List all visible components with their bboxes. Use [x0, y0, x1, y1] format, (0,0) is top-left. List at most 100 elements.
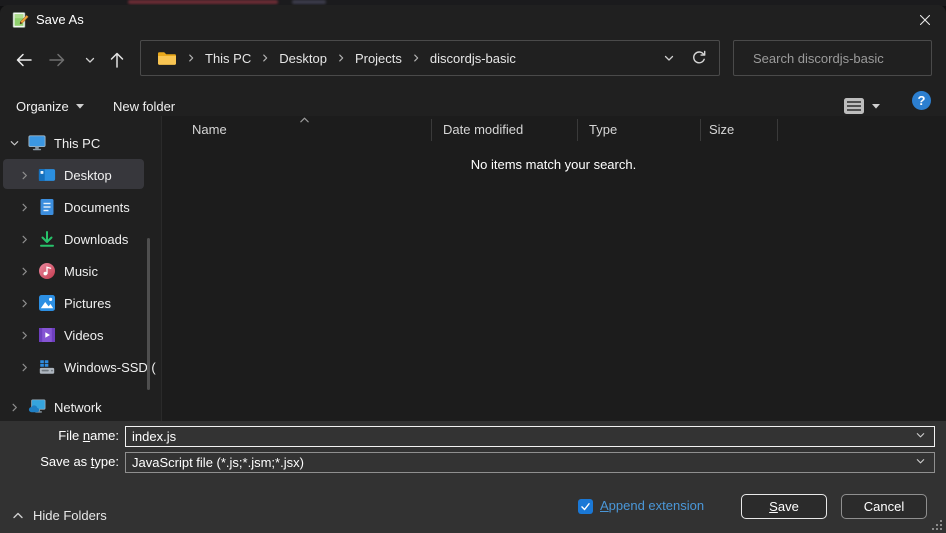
window-title: Save As	[36, 12, 84, 27]
file-name-label: File name:	[58, 428, 119, 443]
breadcrumb-item-discordjs-basic[interactable]: discordjs-basic	[430, 51, 516, 66]
refresh-icon[interactable]	[691, 50, 707, 66]
close-icon	[919, 14, 931, 26]
sidebar-item-label: Pictures	[64, 295, 111, 311]
chevron-right-icon[interactable]	[8, 401, 20, 413]
column-divider[interactable]	[777, 119, 778, 141]
append-extension-label[interactable]: Append extension	[600, 498, 704, 513]
breadcrumb-item-desktop[interactable]: Desktop	[279, 51, 327, 66]
save-as-type-select[interactable]: JavaScript file (*.js;*.jsm;*.jsx)	[125, 452, 935, 473]
background-artifact	[128, 0, 278, 4]
sidebar-item-desktop[interactable]: Desktop	[0, 159, 160, 191]
back-button[interactable]	[12, 48, 36, 72]
sidebar-item-label: Music	[64, 263, 98, 279]
arrow-right-icon	[49, 53, 65, 67]
sidebar-item-label: Desktop	[64, 167, 112, 183]
breadcrumb-chevron-icon[interactable]	[411, 53, 421, 63]
search-input[interactable]	[753, 50, 929, 66]
arrow-left-icon	[16, 53, 32, 67]
sidebar-item-this-pc[interactable]: This PC	[0, 127, 160, 159]
column-header-size[interactable]: Size	[709, 118, 734, 142]
breadcrumb-item-projects[interactable]: Projects	[355, 51, 402, 66]
sidebar-item-label: Documents	[64, 199, 130, 215]
chevron-right-icon[interactable]	[18, 233, 30, 245]
sidebar-item-music[interactable]: Music	[0, 255, 160, 287]
file-name-combobox[interactable]	[125, 426, 935, 447]
file-name-input[interactable]	[132, 429, 915, 444]
sidebar-item-label: Windows-SSD (	[64, 359, 156, 375]
append-extension-checkbox[interactable]	[578, 499, 593, 514]
caret-down-icon	[872, 103, 880, 109]
sidebar-item-downloads[interactable]: Downloads	[0, 223, 160, 255]
sort-ascending-icon	[299, 111, 310, 129]
chevron-right-icon[interactable]	[18, 361, 30, 373]
address-bar[interactable]: This PC Desktop Projects discordjs-basic	[140, 40, 720, 76]
save-as-type-label: Save as type:	[40, 454, 119, 469]
network-icon	[28, 398, 46, 416]
documents-icon	[38, 198, 56, 216]
pictures-icon	[38, 294, 56, 312]
up-button[interactable]	[105, 48, 129, 72]
windows-ssd-drive-icon	[38, 358, 56, 376]
chevron-down-icon[interactable]	[915, 454, 926, 472]
chevron-down-icon	[85, 57, 95, 63]
breadcrumb: This PC Desktop Projects discordjs-basic	[149, 50, 663, 66]
breadcrumb-item-this-pc[interactable]: This PC	[205, 51, 251, 66]
screen: Save As This PC Desktop Projects discord…	[0, 0, 946, 533]
hide-folders-label: Hide Folders	[33, 507, 107, 523]
organize-label: Organize	[16, 98, 69, 114]
titlebar: Save As	[0, 5, 946, 35]
hide-folders-button[interactable]: Hide Folders	[12, 505, 107, 525]
breadcrumb-chevron-icon[interactable]	[336, 53, 346, 63]
column-header-date-modified[interactable]: Date modified	[443, 118, 523, 142]
breadcrumb-chevron-icon[interactable]	[186, 53, 196, 63]
chevron-right-icon[interactable]	[18, 169, 30, 181]
videos-icon	[38, 326, 56, 344]
desktop-icon	[38, 166, 56, 184]
sidebar-item-documents[interactable]: Documents	[0, 191, 160, 223]
save-button[interactable]: Save	[741, 494, 827, 519]
music-icon	[38, 262, 56, 280]
forward-button[interactable]	[45, 48, 69, 72]
save-as-dialog: Save As This PC Desktop Projects discord…	[0, 5, 946, 533]
column-divider[interactable]	[577, 119, 578, 141]
new-folder-label: New folder	[113, 98, 176, 114]
close-button[interactable]	[904, 5, 946, 35]
caret-down-icon	[75, 103, 84, 109]
bottom-panel: File name: Save as type: JavaScript file…	[0, 421, 946, 533]
this-pc-icon	[28, 134, 46, 152]
help-button[interactable]: ?	[912, 91, 931, 110]
resize-grip[interactable]	[930, 518, 943, 531]
sidebar-item-network[interactable]: Network	[0, 391, 160, 423]
recent-locations-button[interactable]	[78, 48, 102, 72]
sidebar-scrollbar[interactable]	[147, 238, 150, 390]
chevron-right-icon[interactable]	[18, 265, 30, 277]
arrow-up-icon	[110, 52, 124, 68]
chevron-right-icon[interactable]	[18, 297, 30, 309]
address-dropdown-chevron-icon[interactable]	[663, 52, 675, 64]
sidebar-item-label: Network	[54, 399, 102, 415]
cancel-button[interactable]: Cancel	[841, 494, 927, 519]
search-box	[733, 40, 932, 76]
breadcrumb-chevron-icon[interactable]	[260, 53, 270, 63]
organize-button[interactable]: Organize	[16, 93, 84, 119]
empty-message: No items match your search.	[470, 157, 637, 172]
notepad-app-icon	[11, 11, 29, 29]
sidebar-item-pictures[interactable]: Pictures	[0, 287, 160, 319]
chevron-right-icon[interactable]	[18, 201, 30, 213]
background-artifact	[292, 0, 326, 4]
sidebar-item-windows-ssd[interactable]: Windows-SSD (	[0, 351, 160, 383]
sidebar-item-videos[interactable]: Videos	[0, 319, 160, 351]
details-view-icon	[844, 98, 864, 114]
chevron-right-icon[interactable]	[18, 329, 30, 341]
column-divider[interactable]	[431, 119, 432, 141]
chevron-down-icon[interactable]	[915, 428, 926, 446]
folder-icon	[157, 50, 177, 66]
save-as-type-value: JavaScript file (*.js;*.jsm;*.jsx)	[132, 455, 304, 470]
sidebar-item-label: This PC	[54, 135, 101, 151]
column-header-type[interactable]: Type	[589, 118, 617, 142]
column-divider[interactable]	[700, 119, 701, 141]
column-header-name[interactable]: Name	[192, 118, 227, 142]
downloads-icon	[38, 230, 56, 248]
chevron-down-icon[interactable]	[8, 137, 20, 149]
